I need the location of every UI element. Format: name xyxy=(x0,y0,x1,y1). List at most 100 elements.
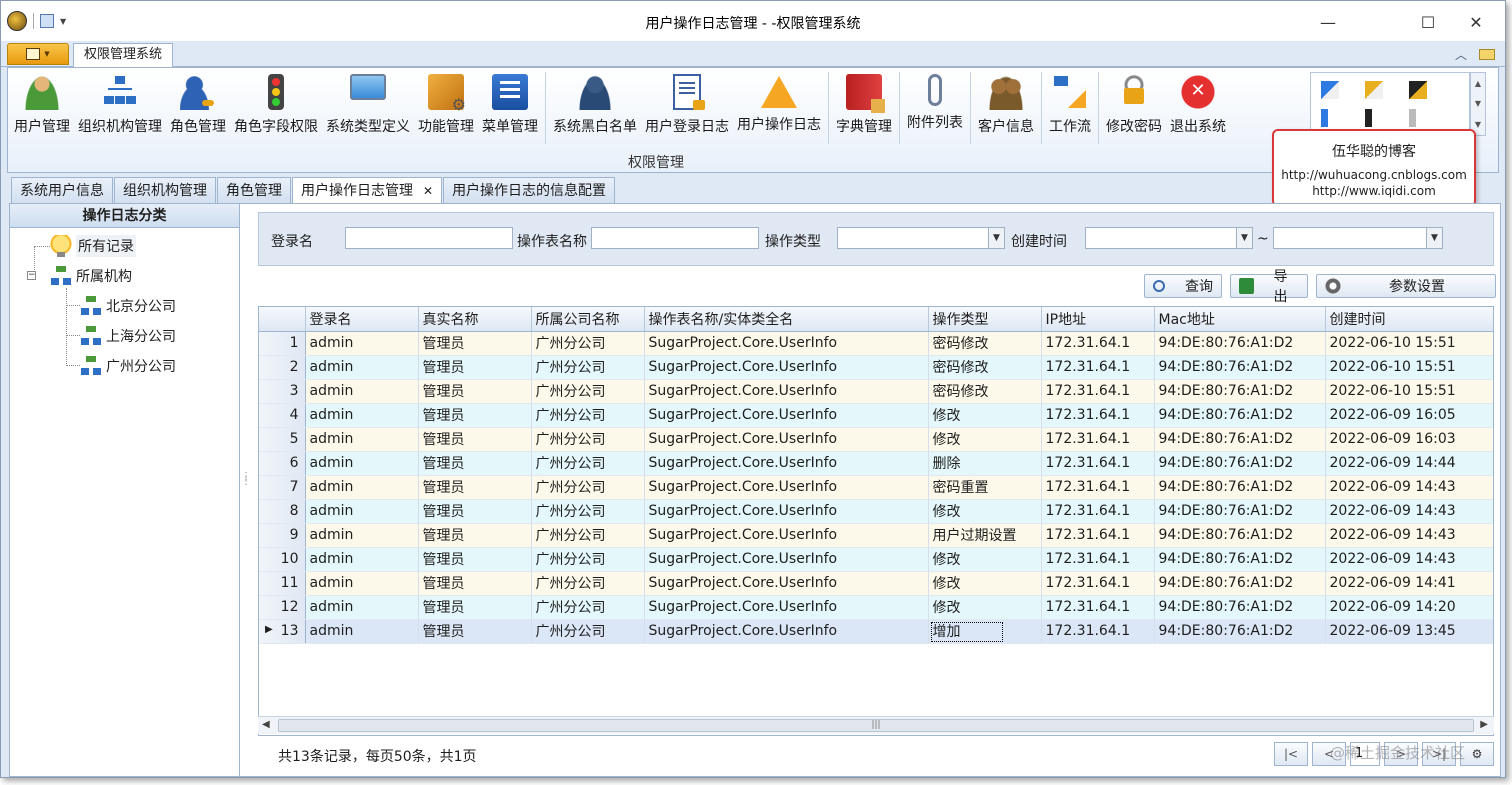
skin-gallery[interactable] xyxy=(1310,72,1470,136)
exit-system-button[interactable]: 退出系统 xyxy=(1166,72,1230,144)
cell-company[interactable]: 广州分公司 xyxy=(531,499,645,524)
row-number[interactable]: 7 xyxy=(259,475,306,500)
change-password-button[interactable]: 修改密码 xyxy=(1102,72,1166,144)
cell-time[interactable]: 2022-06-09 14:20 xyxy=(1325,595,1493,620)
cell-company[interactable]: 广州分公司 xyxy=(531,475,645,500)
chevron-down-icon[interactable]: ▼ xyxy=(988,228,1004,248)
login-name-input[interactable] xyxy=(345,227,513,249)
office-icon[interactable] xyxy=(1321,81,1339,99)
office-icon[interactable] xyxy=(1321,109,1339,127)
cell-name[interactable]: 管理员 xyxy=(418,379,532,404)
column-header[interactable]: 真实名称 xyxy=(418,307,532,332)
tab-operation-log[interactable]: 用户操作日志管理 ✕ xyxy=(292,177,443,204)
cell-op[interactable]: 密码修改 xyxy=(928,331,1042,356)
table-row[interactable]: 11 admin 管理员 广州分公司 SugarProject.Core.UserInf… xyxy=(259,571,1493,596)
cell-time[interactable]: 2022-06-09 14:43 xyxy=(1325,547,1493,572)
cell-time[interactable]: 2022-06-10 15:51 xyxy=(1325,355,1493,380)
cell-table[interactable]: SugarProject.Core.UserInfo xyxy=(644,595,929,620)
attachment-list-button[interactable]: 附件列表 xyxy=(903,72,967,144)
cell-table[interactable]: SugarProject.Core.UserInfo xyxy=(644,427,929,452)
splitter-handle[interactable]: ⋮ ⋮ xyxy=(241,472,251,494)
cell-login[interactable]: admin xyxy=(305,499,419,524)
row-number[interactable]: 1 xyxy=(259,331,306,356)
cell-login[interactable]: admin xyxy=(305,451,419,476)
cell-login[interactable]: admin xyxy=(305,595,419,620)
scroll-left-icon[interactable]: ◀ xyxy=(262,719,270,730)
table-row[interactable]: 5 admin 管理员 广州分公司 SugarProject.Core.UserInfo… xyxy=(259,427,1493,452)
menu-management-button[interactable]: 菜单管理 xyxy=(478,72,542,144)
office-icon[interactable] xyxy=(1409,81,1427,99)
cell-ip[interactable]: 172.31.64.1 xyxy=(1041,619,1155,644)
cell-mac[interactable]: 94:DE:80:76:A1:D2 xyxy=(1154,379,1326,404)
cell-login[interactable]: admin xyxy=(305,403,419,428)
cell-table[interactable]: SugarProject.Core.UserInfo xyxy=(644,379,929,404)
cell-name[interactable]: 管理员 xyxy=(418,547,532,572)
cell-login[interactable]: admin xyxy=(305,547,419,572)
gallery-more-icon[interactable]: ▼ xyxy=(1475,120,1481,129)
cell-time[interactable]: 2022-06-09 14:43 xyxy=(1325,475,1493,500)
cell-company[interactable]: 广州分公司 xyxy=(531,523,645,548)
cell-ip[interactable]: 172.31.64.1 xyxy=(1041,451,1155,476)
cell-time[interactable]: 2022-06-09 13:45 xyxy=(1325,619,1493,644)
mail-icon[interactable] xyxy=(1479,49,1495,60)
table-row[interactable]: 7 admin 管理员 广州分公司 SugarProject.Core.UserInfo… xyxy=(259,475,1493,500)
settings-button[interactable]: 参数设置 xyxy=(1316,274,1496,298)
cell-login[interactable]: admin xyxy=(305,355,419,380)
cell-time[interactable]: 2022-06-09 14:41 xyxy=(1325,571,1493,596)
column-header[interactable]: 创建时间 xyxy=(1325,307,1493,332)
cell-ip[interactable]: 172.31.64.1 xyxy=(1041,499,1155,524)
customer-info-button[interactable]: 客户信息 xyxy=(974,72,1038,144)
column-header[interactable]: Mac地址 xyxy=(1154,307,1326,332)
cell-table[interactable]: SugarProject.Core.UserInfo xyxy=(644,499,929,524)
cell-login[interactable]: admin xyxy=(305,475,419,500)
office-icon[interactable] xyxy=(1365,109,1383,127)
cell-login[interactable]: admin xyxy=(305,619,419,644)
office-icon[interactable] xyxy=(1365,81,1383,99)
column-header[interactable]: 所属公司名称 xyxy=(531,307,645,332)
application-menu-button[interactable]: ▼ xyxy=(7,43,69,65)
cell-time[interactable]: 2022-06-09 16:03 xyxy=(1325,427,1493,452)
minimize-button[interactable]: — xyxy=(1305,7,1351,37)
created-time-start[interactable]: ▼ xyxy=(1085,227,1253,249)
table-row[interactable]: ▶ 13 admin 管理员 广州分公司 SugarProject.Core.UserIn… xyxy=(259,619,1493,644)
cell-company[interactable]: 广州分公司 xyxy=(531,403,645,428)
row-number[interactable]: 10 xyxy=(259,547,306,572)
table-row[interactable]: 2 admin 管理员 广州分公司 SugarProject.Core.UserInfo… xyxy=(259,355,1493,380)
chevron-down-icon[interactable]: ▼ xyxy=(1475,99,1481,108)
cell-ip[interactable]: 172.31.64.1 xyxy=(1041,331,1155,356)
cell-company[interactable]: 广州分公司 xyxy=(531,379,645,404)
cell-name[interactable]: 管理员 xyxy=(418,499,532,524)
table-row[interactable]: 8 admin 管理员 广州分公司 SugarProject.Core.UserInfo… xyxy=(259,499,1493,524)
cell-op[interactable]: 修改 xyxy=(928,595,1042,620)
chevron-down-icon[interactable]: ▼ xyxy=(1236,228,1252,248)
cell-table[interactable]: SugarProject.Core.UserInfo xyxy=(644,403,929,428)
cell-mac[interactable]: 94:DE:80:76:A1:D2 xyxy=(1154,451,1326,476)
row-number[interactable]: ▶ 13 xyxy=(259,619,306,644)
cell-ip[interactable]: 172.31.64.1 xyxy=(1041,427,1155,452)
cell-name[interactable]: 管理员 xyxy=(418,571,532,596)
row-number[interactable]: 2 xyxy=(259,355,306,380)
cell-name[interactable]: 管理员 xyxy=(418,523,532,548)
column-header[interactable]: 登录名 xyxy=(305,307,419,332)
cell-op[interactable]: 修改 xyxy=(928,427,1042,452)
close-icon[interactable]: ✕ xyxy=(423,184,433,198)
row-number[interactable]: 5 xyxy=(259,427,306,452)
close-button[interactable]: ✕ xyxy=(1453,7,1499,37)
collapse-ribbon-icon[interactable]: ︿ xyxy=(1455,46,1467,63)
cell-op[interactable]: 密码修改 xyxy=(928,355,1042,380)
cell-mac[interactable]: 94:DE:80:76:A1:D2 xyxy=(1154,403,1326,428)
cell-login[interactable]: admin xyxy=(305,523,419,548)
cell-table[interactable]: SugarProject.Core.UserInfo xyxy=(644,331,929,356)
cell-op[interactable]: 密码修改 xyxy=(928,379,1042,404)
cell-mac[interactable]: 94:DE:80:76:A1:D2 xyxy=(1154,523,1326,548)
cell-ip[interactable]: 172.31.64.1 xyxy=(1041,523,1155,548)
dictionary-button[interactable]: 字典管理 xyxy=(832,72,896,144)
created-time-end[interactable]: ▼ xyxy=(1273,227,1443,249)
cell-name[interactable]: 管理员 xyxy=(418,595,532,620)
login-log-button[interactable]: 用户登录日志 xyxy=(641,72,733,144)
cell-login[interactable]: admin xyxy=(305,331,419,356)
cell-name[interactable]: 管理员 xyxy=(418,355,532,380)
maximize-button[interactable]: ☐ xyxy=(1405,7,1451,37)
column-header[interactable]: 操作表名称/实体类全名 xyxy=(644,307,929,332)
cell-time[interactable]: 2022-06-10 15:51 xyxy=(1325,331,1493,356)
